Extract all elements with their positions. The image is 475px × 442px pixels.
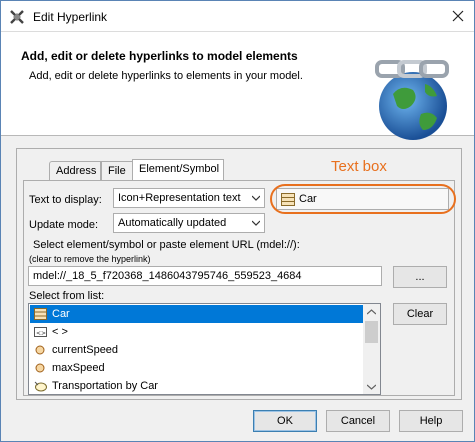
list-item-label: Transportation by Car — [52, 380, 158, 392]
scroll-down-icon[interactable] — [367, 384, 376, 390]
element-list[interactable]: Car <> < > currentSpeed maxSpeed Transpo… — [28, 303, 381, 395]
edit-hyperlink-dialog: Edit Hyperlink Add, edit or delete hyper… — [0, 0, 475, 442]
update-mode-label: Update mode: — [29, 219, 99, 231]
list-scrollbar[interactable] — [363, 304, 380, 394]
class-icon — [34, 308, 47, 320]
text-to-display-label: Text to display: — [29, 194, 102, 206]
clear-button[interactable]: Clear — [393, 303, 447, 325]
list-item-label: Car — [52, 308, 70, 320]
list-item[interactable]: Car — [30, 305, 364, 323]
close-icon[interactable] — [446, 5, 470, 27]
chevron-down-icon — [252, 195, 260, 201]
list-item-label: maxSpeed — [52, 362, 105, 374]
window-title: Edit Hyperlink — [33, 10, 108, 24]
list-item-label: < > — [52, 326, 68, 338]
list-item[interactable]: maxSpeed — [30, 359, 364, 377]
update-mode-value: Automatically updated — [118, 217, 227, 229]
element-url-value: mdel://_18_5_f720368_1486043795746_55952… — [33, 270, 302, 282]
list-item[interactable]: currentSpeed — [30, 341, 364, 359]
use-case-icon — [34, 381, 47, 392]
select-instruction: Select element/symbol or paste element U… — [33, 239, 300, 251]
ok-button[interactable]: OK — [253, 410, 317, 432]
app-logo-icon — [10, 10, 24, 24]
tab-file[interactable]: File — [101, 161, 133, 180]
element-url-input[interactable]: mdel://_18_5_f720368_1486043795746_55952… — [28, 266, 382, 286]
update-mode-select[interactable]: Automatically updated — [113, 213, 265, 233]
browse-button[interactable]: ... — [393, 266, 447, 288]
list-item[interactable]: <> < > — [30, 323, 364, 341]
property-icon — [35, 363, 45, 373]
annotation-label: Text box — [331, 158, 387, 175]
text-to-display-select[interactable]: Icon+Representation text — [113, 188, 265, 208]
tab-element-symbol[interactable]: Element/Symbol — [132, 159, 224, 180]
chevron-down-icon — [252, 220, 260, 226]
association-icon: <> — [34, 327, 47, 337]
title-bar: Edit Hyperlink — [1, 1, 474, 32]
help-button[interactable]: Help — [399, 410, 463, 432]
tab-address[interactable]: Address — [49, 161, 101, 180]
dialog-footer: OK Cancel Help — [1, 404, 474, 441]
annotation-highlight — [270, 184, 456, 214]
header-description: Add, edit or delete hyperlinks to elemen… — [29, 70, 303, 82]
header-title: Add, edit or delete hyperlinks to model … — [21, 49, 298, 63]
svg-text:<>: <> — [36, 330, 46, 337]
text-to-display-value: Icon+Representation text — [118, 192, 241, 204]
scroll-up-icon[interactable] — [367, 309, 376, 315]
property-icon — [35, 345, 45, 355]
scroll-thumb[interactable] — [365, 321, 378, 343]
list-item[interactable]: Transportation by Car — [30, 377, 364, 394]
cancel-button[interactable]: Cancel — [326, 410, 390, 432]
dialog-header: Add, edit or delete hyperlinks to model … — [1, 32, 474, 140]
select-from-list-label: Select from list: — [29, 290, 105, 302]
clear-hint: (clear to remove the hyperlink) — [29, 254, 151, 264]
list-item-label: currentSpeed — [52, 344, 119, 356]
globe-link-icon — [375, 60, 449, 140]
